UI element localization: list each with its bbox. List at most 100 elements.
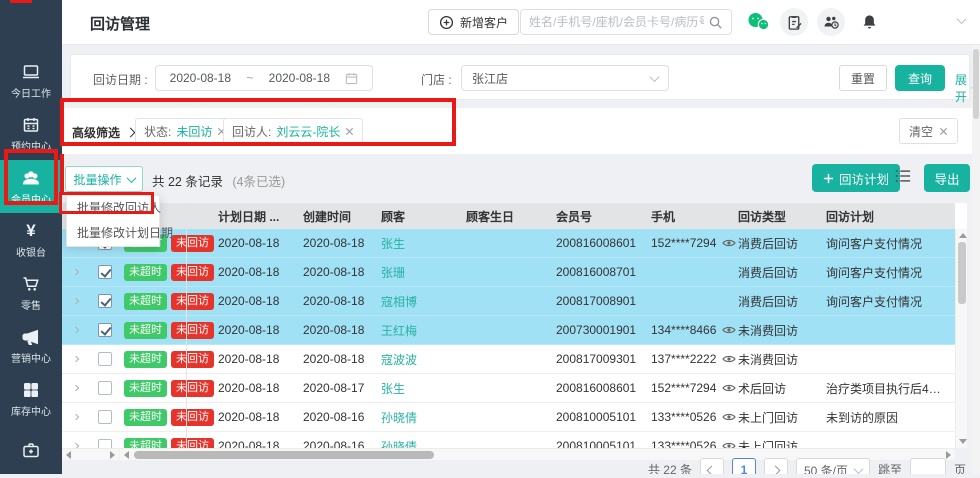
sidebar-item-retail[interactable]: 零售 xyxy=(0,266,62,319)
clipboard-icon[interactable] xyxy=(780,8,808,36)
scroll-left-arrow[interactable] xyxy=(124,451,129,459)
sidebar-item-member-center[interactable]: 会员中心 xyxy=(0,160,62,213)
add-customer-label: 新增客户 xyxy=(460,14,508,31)
member-no-cell: 200816008601 xyxy=(556,236,651,250)
member-no-cell: 200810005101 xyxy=(556,410,651,424)
scrollbar-thumb[interactable] xyxy=(958,242,966,304)
close-icon[interactable] xyxy=(345,127,354,136)
wechat-icon[interactable] xyxy=(744,8,772,36)
sidebar-item-marketing-center[interactable]: 营销中心 xyxy=(0,319,62,372)
sidebar-item-cashier[interactable]: ¥ 收银台 xyxy=(0,213,62,266)
eye-icon[interactable] xyxy=(722,441,736,448)
table-row[interactable]: 未超时 未回访 2020-08-18 2020-08-16 孙晓倩 200810… xyxy=(62,432,955,448)
customer-link[interactable]: 寇波波 xyxy=(381,351,466,368)
row-checkbox[interactable] xyxy=(98,410,112,424)
visit-plan-cell: 治疗类项目执行后4次不同岗... xyxy=(826,380,955,397)
add-visit-plan-label: 回访计划 xyxy=(839,169,889,188)
bell-icon[interactable] xyxy=(855,8,883,36)
date-start-value[interactable]: 2020-08-18 xyxy=(170,71,231,85)
eye-icon[interactable] xyxy=(722,325,736,335)
next-page-button[interactable] xyxy=(764,458,788,474)
row-expand-icon[interactable] xyxy=(62,356,94,362)
sidebar-item-inventory-center[interactable]: 库存中心 xyxy=(0,372,62,425)
row-expand-icon[interactable] xyxy=(62,269,94,275)
menu-item-edit-visitor[interactable]: 批量修改回访人 xyxy=(67,196,159,221)
date-end-value[interactable]: 2020-08-18 xyxy=(269,71,330,85)
create-time-cell: 2020-08-18 xyxy=(303,236,381,250)
date-range-picker[interactable]: 2020-08-18 ~ 2020-08-18 xyxy=(155,65,373,91)
jump-label: 跳至 xyxy=(878,458,902,474)
search-icon[interactable] xyxy=(708,15,723,30)
eye-icon[interactable] xyxy=(722,412,736,422)
jump-page-input[interactable] xyxy=(910,458,946,474)
col-header-visit-plan: 回访计划 xyxy=(826,208,955,225)
eye-icon[interactable] xyxy=(722,354,736,364)
customer-link[interactable]: 王红梅 xyxy=(381,322,466,339)
batch-actions-dropdown[interactable]: 批量操作 xyxy=(65,166,143,192)
phone-cell: 133****0526 xyxy=(651,439,738,448)
table-row[interactable]: 未超时 未回访 2020-08-18 2020-08-18 张珊 2008160… xyxy=(62,258,955,287)
row-checkbox[interactable] xyxy=(98,294,112,308)
advanced-filter-toggle[interactable]: 高级筛选 xyxy=(72,124,134,141)
customer-link[interactable]: 孙晓倩 xyxy=(381,409,466,426)
customer-link[interactable]: 寇相博 xyxy=(381,293,466,310)
scroll-up-arrow[interactable] xyxy=(959,233,967,238)
ontime-badge: 未超时 xyxy=(124,264,167,281)
menu-item-edit-plan-date[interactable]: 批量修改计划日期 xyxy=(67,221,159,246)
unvisited-badge: 未回访 xyxy=(171,235,214,252)
sidebar-item-today-work[interactable]: 今日工作 xyxy=(0,54,62,107)
chevron-down-icon[interactable] xyxy=(957,14,967,24)
table-row[interactable]: 未超时 未回访 2020-08-18 2020-08-18 寇波波 200817… xyxy=(62,345,955,374)
row-expand-icon[interactable] xyxy=(62,327,94,333)
visit-type-cell: 消费后回访 xyxy=(738,293,826,310)
page-size-select[interactable]: 50 条/页 xyxy=(796,458,870,474)
search-input[interactable] xyxy=(529,15,704,29)
row-checkbox[interactable] xyxy=(98,323,112,337)
scrollbar-thumb[interactable] xyxy=(973,49,979,119)
people-clock-icon[interactable] xyxy=(817,8,845,36)
scrollbar-thumb[interactable] xyxy=(134,451,434,459)
query-button[interactable]: 查询 xyxy=(895,65,945,91)
table-vertical-scrollbar[interactable] xyxy=(955,229,967,448)
column-settings-icon[interactable] xyxy=(894,168,912,184)
cart-icon xyxy=(21,274,41,294)
records-summary: 共 22 条记录 (4条已选) xyxy=(152,171,285,190)
add-customer-button[interactable]: 新增客户 xyxy=(428,9,519,35)
add-visit-plan-button[interactable]: 回访计划 xyxy=(812,164,900,192)
row-checkbox[interactable] xyxy=(98,439,112,448)
table-row[interactable]: 未超时 未回访 2020-08-18 2020-08-18 寇相博 200817… xyxy=(62,287,955,316)
row-expand-icon[interactable] xyxy=(62,385,94,391)
clear-filters-button[interactable]: 清空 xyxy=(899,118,958,144)
export-button[interactable]: 导出 xyxy=(924,164,970,192)
sidebar-item-appointment-center[interactable]: 预约中心 xyxy=(0,107,62,160)
table-row[interactable]: 未超时 未回访 2020-08-18 2020-08-18 王红梅 200730… xyxy=(62,316,955,345)
store-select[interactable]: 张江店 xyxy=(461,65,669,91)
scroll-down-arrow[interactable] xyxy=(959,439,967,444)
customer-link[interactable]: 张珊 xyxy=(381,264,466,281)
row-checkbox[interactable] xyxy=(98,381,112,395)
eye-icon[interactable] xyxy=(722,238,736,248)
scroll-right-arrow[interactable] xyxy=(110,451,115,459)
row-checkbox[interactable] xyxy=(98,352,112,366)
prev-page-button[interactable] xyxy=(700,458,724,474)
row-checkbox[interactable] xyxy=(98,265,112,279)
visit-plan-cell: 未到访的原因 xyxy=(826,409,955,426)
table-row[interactable]: 未超时 未回访 2020-08-18 2020-08-18 张生 2008160… xyxy=(62,229,955,258)
row-expand-icon[interactable] xyxy=(62,414,94,420)
page-number-button[interactable]: 1 xyxy=(732,458,756,474)
table-row[interactable]: 未超时 未回访 2020-08-18 2020-08-17 张生 2008160… xyxy=(62,374,955,403)
customer-link[interactable]: 张生 xyxy=(381,380,466,397)
date-separator: ~ xyxy=(246,71,253,85)
row-expand-icon[interactable] xyxy=(62,298,94,304)
fixed-columns-scrollbar[interactable] xyxy=(62,448,119,460)
page-scrollbar[interactable] xyxy=(972,45,980,474)
reset-button[interactable]: 重置 xyxy=(839,65,887,91)
sidebar-item-label: 预约中心 xyxy=(11,138,51,153)
col-header-plan-date[interactable]: 计划日期 ... xyxy=(218,208,303,225)
customer-link[interactable]: 张生 xyxy=(381,235,466,252)
customer-link[interactable]: 孙晓倩 xyxy=(381,438,466,449)
eye-icon[interactable] xyxy=(722,383,736,393)
sidebar-item-medical[interactable] xyxy=(0,425,62,478)
table-row[interactable]: 未超时 未回访 2020-08-18 2020-08-16 孙晓倩 200810… xyxy=(62,403,955,432)
scroll-left-arrow[interactable] xyxy=(66,451,71,459)
